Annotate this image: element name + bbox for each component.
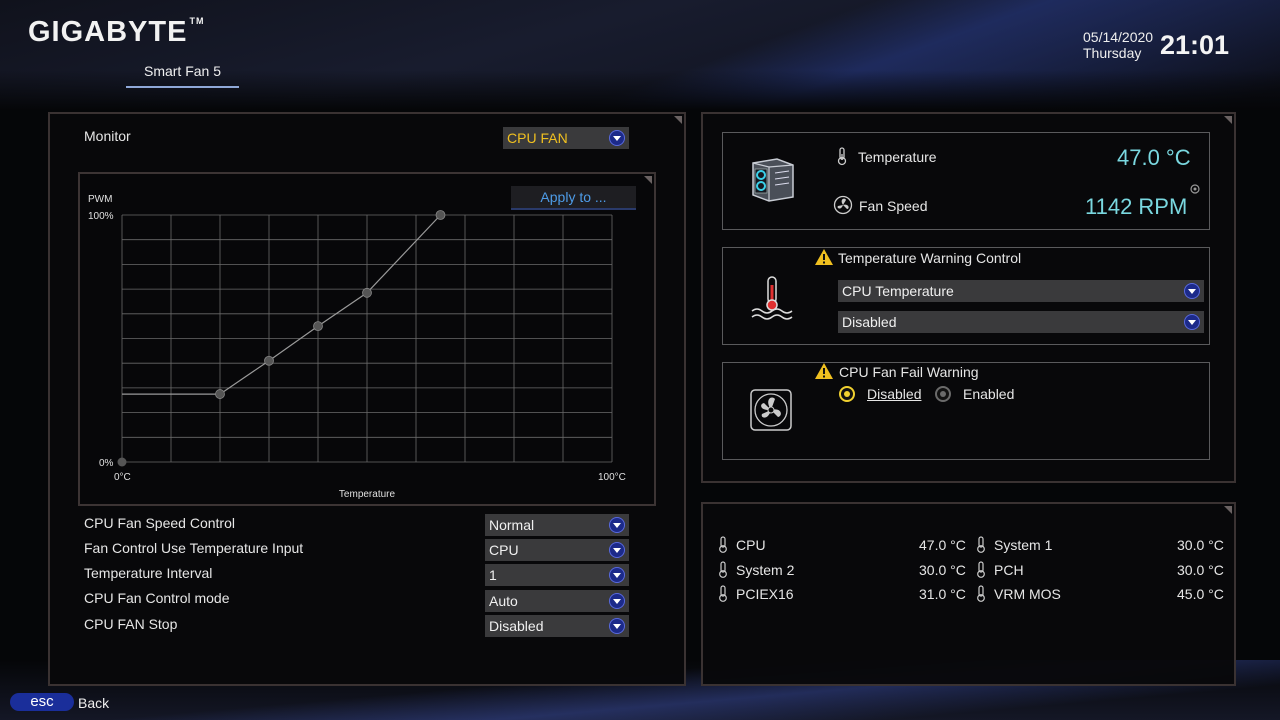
apply-to-button[interactable]: Apply to ... [511, 186, 636, 210]
select-value: CPU Temperature [842, 283, 954, 299]
chevron-down-icon [609, 618, 625, 634]
thermometer-icon [719, 585, 727, 602]
clock: 21:01 [1160, 30, 1230, 60]
sensor-system1-value: 30.0 °C [1177, 537, 1224, 553]
date-display: 05/14/2020 Thursday [1083, 29, 1153, 61]
temperature-value: 47.0 °C [1117, 145, 1191, 170]
monitor-label: Monitor [84, 128, 131, 144]
select-value: 1 [489, 567, 497, 583]
date-text: 05/14/2020 [1083, 29, 1154, 45]
fan-curve-chart-box [78, 172, 656, 506]
esc-key-button[interactable]: esc [10, 693, 74, 711]
radio-disabled-label[interactable]: Disabled [867, 386, 921, 402]
chevron-down-icon [609, 593, 625, 609]
sensor-cpu-value: 47.0 °C [919, 537, 966, 553]
hot-thermometer-icon [751, 276, 793, 320]
temp-warning-title: Temperature Warning Control [838, 250, 1022, 266]
select-temp-input[interactable]: CPU [485, 539, 629, 561]
sensor-system1-name: System 1 [994, 537, 1053, 553]
warning-icon [815, 363, 833, 379]
chevron-down-icon [1184, 283, 1200, 299]
thermometer-icon [977, 561, 985, 578]
setting-label-control-mode: CPU Fan Control mode [84, 590, 230, 606]
chevron-down-icon [609, 567, 625, 583]
tab-smart-fan-5[interactable]: Smart Fan 5 [126, 60, 239, 88]
thermometer-icon [719, 561, 727, 578]
day-text: Thursday [1083, 45, 1142, 61]
fan-fail-title: CPU Fan Fail Warning [839, 364, 979, 380]
sensor-vrm-mos-name: VRM MOS [994, 586, 1061, 602]
monitor-select[interactable]: CPU FAN [503, 127, 629, 149]
setting-label-temp-input: Fan Control Use Temperature Input [84, 540, 304, 556]
select-control-mode[interactable]: Auto [485, 590, 629, 612]
sensor-vrm-mos-value: 45.0 °C [1177, 586, 1224, 602]
sensor-pciex16-name: PCIEX16 [736, 586, 794, 602]
thermometer-icon [719, 536, 727, 553]
select-value: Disabled [842, 314, 897, 330]
back-label: Back [78, 695, 110, 711]
radio-enabled-label[interactable]: Enabled [963, 386, 1014, 402]
fan-speed-value: 1142 RPM [1085, 194, 1188, 219]
temp-warning-source-select[interactable]: CPU Temperature [838, 280, 1204, 302]
sensor-cpu-name: CPU [736, 537, 766, 553]
sensor-pch-value: 30.0 °C [1177, 562, 1224, 578]
setting-label-temp-interval: Temperature Interval [84, 565, 213, 581]
sensor-system2-name: System 2 [736, 562, 795, 578]
chevron-down-icon [609, 542, 625, 558]
sensor-system2-value: 30.0 °C [919, 562, 966, 578]
fan-speed-label: Fan Speed [859, 198, 928, 214]
warning-icon [815, 249, 833, 265]
chevron-down-icon [609, 130, 625, 146]
temperature-label: Temperature [858, 149, 937, 165]
sensor-pciex16-value: 31.0 °C [919, 586, 966, 602]
setting-label-fan-stop: CPU FAN Stop [84, 616, 178, 632]
pc-case-icon [752, 158, 794, 202]
case-fan-icon [750, 389, 792, 431]
gigabyte-logo: GIGABYTE TM [28, 16, 205, 48]
thermometer-icon [837, 147, 847, 166]
thermometer-icon [977, 536, 985, 553]
select-fan-speed-control[interactable]: Normal [485, 514, 629, 536]
fan-speed-indicator-icon [1190, 184, 1200, 194]
chevron-down-icon [609, 517, 625, 533]
select-value: Disabled [489, 618, 544, 634]
sensor-pch-name: PCH [994, 562, 1024, 578]
radio-enabled[interactable] [935, 386, 951, 402]
monitor-select-value: CPU FAN [507, 130, 568, 146]
select-value: CPU [489, 542, 519, 558]
fan-icon [833, 195, 853, 215]
chevron-down-icon [1184, 314, 1200, 330]
setting-label-fan-speed-control: CPU Fan Speed Control [84, 515, 235, 531]
temp-warning-level-select[interactable]: Disabled [838, 311, 1204, 333]
select-temp-interval[interactable]: 1 [485, 564, 629, 586]
select-value: Auto [489, 593, 518, 609]
thermometer-icon [977, 585, 985, 602]
select-value: Normal [489, 517, 535, 533]
select-fan-stop[interactable]: Disabled [485, 615, 629, 637]
radio-disabled[interactable] [839, 386, 855, 402]
